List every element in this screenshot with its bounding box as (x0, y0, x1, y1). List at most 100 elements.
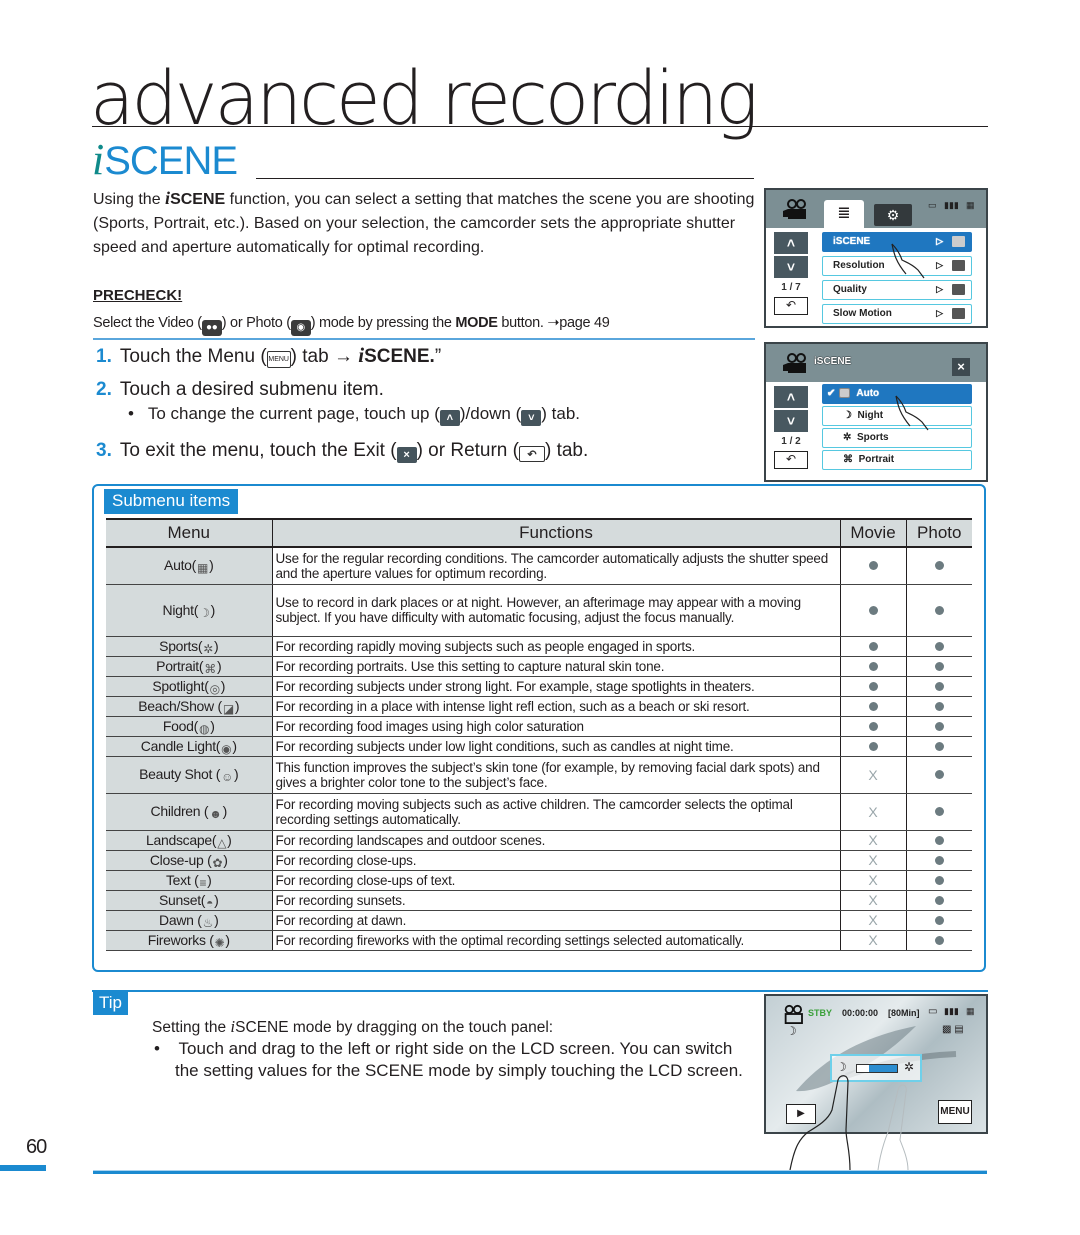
header-movie: Movie (839, 518, 906, 548)
arrow-icon: ▷ (936, 284, 943, 294)
return-button[interactable]: ↶ (774, 451, 808, 469)
quality-icon (952, 284, 965, 295)
movie-supported-cell (839, 676, 906, 697)
not-supported-mark: X (868, 892, 878, 908)
movie-supported-cell (839, 547, 906, 585)
brand-name: SCENE. (364, 346, 435, 367)
function-cell: For recording subjects under strong ligh… (271, 676, 840, 697)
supported-dot-icon (868, 681, 878, 691)
return-button[interactable]: ↶ (774, 297, 808, 315)
table-row: Beach/Show (◪) For recording in a place w… (106, 696, 972, 717)
candle-light-icon: ◉ (221, 741, 232, 756)
step-number: 3. (96, 440, 112, 461)
storage-icon: ▦ (966, 200, 975, 210)
precheck-text-part: button. (497, 315, 548, 331)
settings-tab[interactable]: ⚙ (874, 204, 912, 226)
scene-item-label: Night (857, 410, 884, 421)
page-down-button[interactable]: ˅ (774, 256, 808, 278)
table-row: Candle Light(◉) For recording subjects un… (106, 736, 972, 757)
menu-list-tab[interactable]: ≣ (824, 200, 864, 228)
not-supported-mark: X (868, 872, 878, 888)
menu-item-quality[interactable]: Quality ▷ (822, 280, 972, 300)
table-row: Spotlight(◎) For recording subjects under… (106, 676, 972, 697)
page-indicator: 1 / 7 (781, 282, 801, 293)
section-title: iSCENE (92, 138, 238, 182)
menu-cell: Children (☻) (106, 793, 272, 831)
page-down-button[interactable]: ˅ (774, 410, 808, 432)
menu-label: Spotlight (152, 677, 205, 694)
menu-cell: Beauty Shot (☺) (106, 756, 272, 794)
table-row: Sunset(◓) For recording sunsets. X (106, 890, 972, 911)
function-cell: For recording landscapes and outdoor sce… (271, 830, 840, 851)
scene-icon (952, 236, 965, 247)
menu-label: Fireworks (147, 931, 210, 948)
page-marker (0, 1165, 46, 1171)
function-cell: For recording fireworks with the optimal… (271, 930, 840, 951)
table-row: Dawn (♨) For recording at dawn. X (106, 910, 972, 931)
function-cell: Use to record in dark places or at night… (271, 584, 840, 637)
precheck-divider (93, 338, 755, 340)
dawn-icon: ♨ (202, 915, 214, 930)
night-icon: ☽ (843, 410, 852, 421)
function-cell: For recording moving subjects such as ac… (271, 793, 840, 831)
step-text: To exit the menu, touch the Exit ( (119, 440, 397, 461)
tip-divider (92, 990, 988, 992)
lcd-menu-screen: ≣ ⚙ ▭ ▮▮▮ ▦ ˄ ˅ 1 / 7 ↶ iSCENE ▷ Resoluti… (764, 188, 988, 328)
menu-item-label: iSCENE (833, 236, 871, 247)
supported-dot-icon (934, 561, 944, 571)
menu-label: Sports (159, 637, 198, 654)
dragging-hand-icon (789, 1075, 909, 1170)
intro-paragraph: Using the iSCENE function, you can selec… (93, 186, 758, 260)
menu-item-slow-motion[interactable]: Slow Motion ▷ (822, 304, 972, 324)
arrow-icon: ▷ (936, 260, 943, 270)
not-supported-mark: X (868, 912, 878, 928)
video-camera-icon (783, 353, 806, 373)
supported-dot-icon (868, 561, 878, 571)
supported-dot-icon (934, 855, 944, 865)
portrait-icon: ⌘ (204, 661, 216, 676)
page-number: 60 (26, 1136, 47, 1158)
resolution-icon (952, 260, 965, 271)
photo-supported-cell (905, 676, 972, 697)
menu-button[interactable]: MENU (938, 1100, 972, 1124)
movie-not-supported-cell: X (839, 850, 906, 871)
submenu-label: Submenu items (104, 489, 239, 514)
video-camera-icon: ●● (201, 320, 222, 336)
table-row: Children (☻) For recording moving subject… (106, 793, 972, 831)
page-up-button[interactable]: ˄ (774, 386, 808, 408)
menu-cell: Sunset(◓) (106, 890, 272, 911)
step-text: ” (434, 346, 442, 367)
memory-card-icon: ▭ (928, 200, 937, 210)
page-up-button[interactable]: ˄ (774, 232, 808, 254)
menu-label: Dawn (159, 911, 198, 928)
supported-dot-icon (934, 661, 944, 671)
photo-supported-cell (905, 696, 972, 717)
function-cell: This function improves the subject’s ski… (271, 756, 840, 794)
function-cell: For recording subjects under low light c… (271, 736, 840, 757)
exit-button[interactable]: × (952, 358, 970, 376)
supported-dot-icon (934, 835, 944, 845)
page-reference-link[interactable]: ➝page 49 (547, 315, 609, 331)
lcd-nav: ˄ ˅ 1 / 2 ↶ (774, 386, 808, 469)
tip-title-text: SCENE mode by dragging on the touch pane… (235, 1019, 554, 1036)
movie-not-supported-cell: X (839, 830, 906, 851)
step-number: 2. (96, 379, 112, 400)
movie-supported-cell (839, 636, 906, 657)
step-2-bullet: • To change the current page, touch up (… (128, 404, 581, 426)
photo-supported-cell (905, 756, 972, 794)
scene-item-portrait[interactable]: ⌘ Portrait (822, 450, 972, 470)
food-icon: ◍ (199, 721, 210, 736)
menu-cell: Portrait(⌘) (106, 656, 272, 677)
function-cell: For recording in a place with intense li… (271, 696, 840, 717)
scene-item-label: Portrait (858, 454, 895, 465)
menu-item-label: Resolution (833, 260, 885, 271)
function-cell: For recording close-ups. (271, 850, 840, 871)
supported-dot-icon (934, 681, 944, 691)
menu-label: Beach/Show (138, 697, 218, 714)
movie-supported-cell (839, 656, 906, 677)
menu-label: Food (162, 717, 194, 734)
menu-label: Auto (164, 557, 192, 574)
sunset-icon: ◓ (206, 895, 214, 910)
video-camera-icon (783, 199, 806, 219)
supported-dot-icon (934, 721, 944, 731)
